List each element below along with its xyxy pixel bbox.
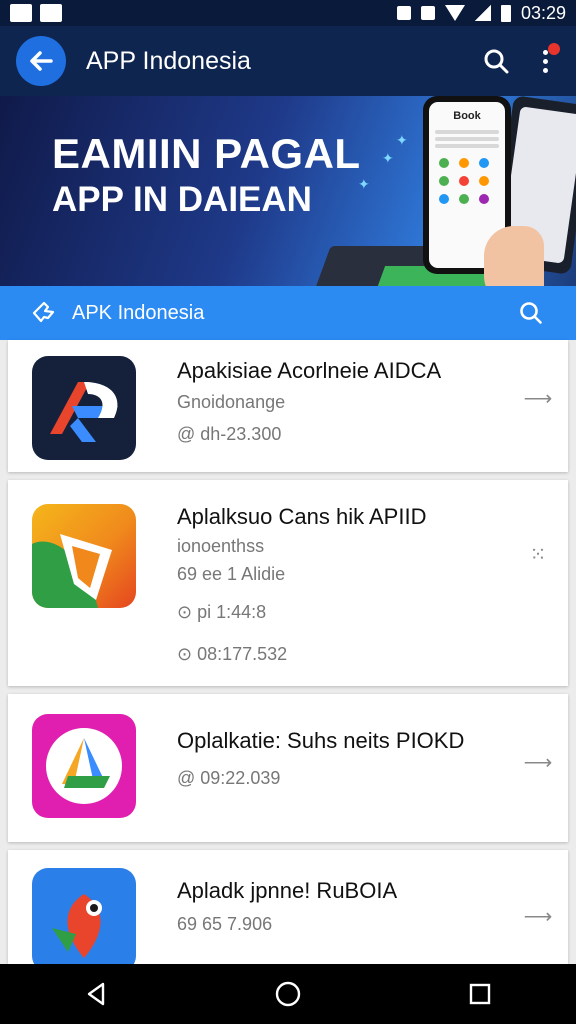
app-dot-icon bbox=[439, 176, 449, 186]
phone-header: Book bbox=[453, 110, 481, 122]
search-icon bbox=[484, 49, 509, 74]
more-options-button[interactable] bbox=[530, 41, 560, 81]
app-icon bbox=[32, 504, 136, 608]
apk-logo-icon bbox=[30, 299, 58, 327]
hand-illustration bbox=[484, 226, 544, 286]
card-arrow-icon[interactable]: ⟶ bbox=[524, 904, 553, 928]
gallery-icon bbox=[40, 4, 62, 22]
home-circle-icon bbox=[275, 981, 301, 1007]
search-label: APK Indonesia bbox=[72, 301, 205, 324]
app-card[interactable]: Apladk jpnne! RuBOIA 69 65 7.906 ⟶ bbox=[8, 850, 568, 972]
app-meta: 69 65 7.906 bbox=[177, 914, 273, 934]
app-dot-icon bbox=[439, 158, 449, 168]
phone-row bbox=[435, 137, 499, 141]
app-card[interactable]: Aplalksuo Cans hik APIID ionoenthss 69 e… bbox=[8, 480, 568, 686]
nav-back-button[interactable] bbox=[76, 974, 116, 1014]
app-card[interactable]: Oplalkatie: Suhs neits PIOKD @ 09:22.039… bbox=[8, 694, 568, 842]
app-title: Apakisiae Acorlneie AIDCA bbox=[177, 358, 442, 383]
phone-row bbox=[435, 130, 499, 134]
card-more-icon[interactable]: ⁙ bbox=[526, 542, 550, 566]
app-meta: ⊙ 08:177.532 bbox=[177, 644, 288, 664]
search-bar-search-icon[interactable] bbox=[516, 298, 546, 328]
app-dot-icon bbox=[459, 194, 469, 204]
search-button[interactable] bbox=[476, 41, 516, 81]
app-icon bbox=[32, 868, 136, 972]
nav-home-button[interactable] bbox=[268, 974, 308, 1014]
app-dot-icon bbox=[439, 194, 449, 204]
app-dot-icon bbox=[479, 176, 489, 186]
more-dot-icon bbox=[542, 49, 548, 55]
card-arrow-icon[interactable]: ⟶ bbox=[524, 750, 553, 774]
signal-icon bbox=[474, 5, 491, 21]
app-dot-icon bbox=[459, 158, 469, 168]
app-title: Apladk jpnne! RuBOIA bbox=[177, 878, 398, 903]
phone-row bbox=[435, 144, 499, 148]
app-icon bbox=[32, 714, 136, 818]
notification-badge bbox=[548, 43, 560, 55]
app-icon bbox=[32, 356, 136, 460]
status-bar: 03:29 bbox=[0, 0, 576, 26]
notification-icon bbox=[10, 4, 32, 22]
app-subtitle: ionoenthss bbox=[177, 536, 265, 556]
back-triangle-icon bbox=[87, 982, 105, 1006]
sparkle-icon: ✦ bbox=[382, 150, 394, 166]
alarm-icon bbox=[420, 6, 435, 20]
search-bar[interactable]: APK Indonesia bbox=[0, 286, 576, 340]
wifi-icon bbox=[444, 5, 465, 21]
banner-subheadline: APP IN DAIEAN bbox=[52, 180, 312, 219]
more-dot-icon bbox=[542, 67, 548, 73]
app-meta: @ dh-23.300 bbox=[177, 424, 281, 445]
sparkle-icon: ✦ bbox=[358, 176, 370, 192]
clock: 03:29 bbox=[520, 2, 566, 23]
phone-app-grid bbox=[435, 158, 499, 204]
app-meta: @ 09:22.039 bbox=[177, 768, 281, 788]
app-meta: ⊙ pi 1:44:8 bbox=[177, 602, 267, 622]
sparkle-icon: ✦ bbox=[396, 132, 408, 148]
more-dot-icon bbox=[542, 58, 548, 64]
recents-square-icon bbox=[469, 983, 491, 1005]
app-dot-icon bbox=[479, 158, 489, 168]
card-arrow-icon[interactable]: ⟶ bbox=[524, 386, 553, 410]
app-meta-text: @ dh-23.300 bbox=[177, 424, 282, 444]
app-dot-icon bbox=[479, 194, 489, 204]
app-card[interactable]: Apakisiae Acorlneie AIDCA Gnoidonange @ … bbox=[8, 340, 568, 472]
mute-icon bbox=[396, 6, 411, 20]
app-title: Oplalkatie: Suhs neits PIOKD bbox=[177, 728, 465, 753]
battery-icon bbox=[500, 4, 511, 22]
nav-recents-button[interactable] bbox=[460, 974, 500, 1014]
app-title: Aplalksuo Cans hik APIID bbox=[177, 504, 427, 529]
system-nav-bar bbox=[0, 964, 576, 1024]
back-button[interactable] bbox=[16, 36, 66, 86]
app-bar: APP Indonesia bbox=[0, 26, 576, 96]
app-title: APP Indonesia bbox=[86, 46, 251, 75]
promo-banner[interactable]: EAMIIN PAGAL APP IN DAIEAN ✦ ✦ ✦ Book bbox=[0, 96, 576, 286]
back-arrow-icon bbox=[30, 51, 53, 71]
app-subtitle: 69 ee 1 Alidie bbox=[177, 564, 286, 584]
banner-headline: EAMIIN PAGAL bbox=[52, 130, 361, 177]
app-subtitle: Gnoidonange bbox=[177, 392, 286, 412]
app-dot-icon bbox=[459, 176, 469, 186]
